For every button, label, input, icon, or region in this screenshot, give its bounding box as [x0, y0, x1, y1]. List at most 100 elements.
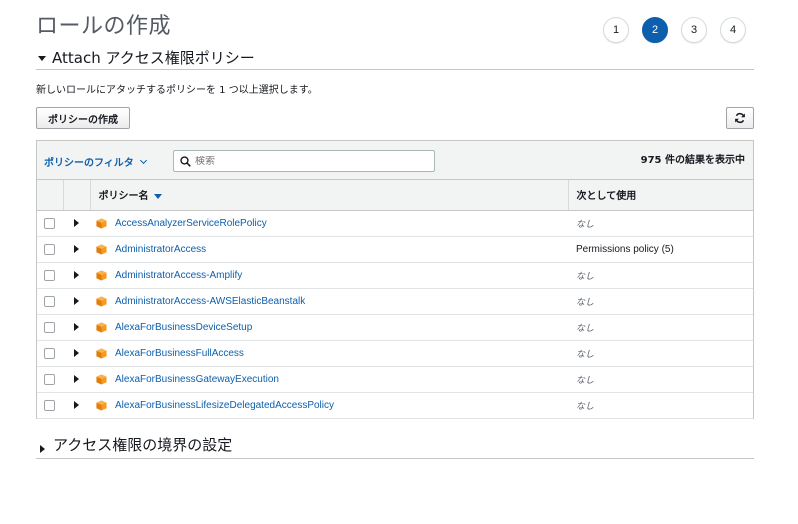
search-icon	[180, 155, 191, 167]
permissions-boundary-section-header[interactable]: アクセス権限の境界の設定	[36, 437, 754, 459]
row-checkbox[interactable]	[44, 269, 55, 281]
policy-name-link[interactable]: AlexaForBusinessGatewayExecution	[115, 374, 279, 385]
caret-down-icon	[38, 56, 46, 61]
policy-used-as: なし	[568, 210, 753, 237]
step-1[interactable]: 1	[603, 17, 629, 43]
policy-used-as: なし	[568, 262, 753, 289]
policy-cube-icon	[96, 269, 107, 281]
policy-cube-icon	[96, 347, 107, 359]
header-checkbox-cell	[37, 180, 64, 211]
policy-table: ポリシー名 次として使用 AccessAnalyzerServiceRolePo…	[37, 180, 753, 419]
row-expand-cell	[63, 340, 90, 367]
header-used-as: 次として使用	[568, 180, 753, 211]
step-3[interactable]: 3	[681, 17, 707, 43]
row-expand-cell	[63, 288, 90, 315]
table-row: AlexaForBusinessFullAccess なし	[37, 340, 753, 367]
row-expand-cell	[63, 366, 90, 393]
row-name-cell: AlexaForBusinessLifesizeDelegatedAccessP…	[90, 392, 568, 419]
row-checkbox-cell	[37, 236, 63, 263]
table-row: AccessAnalyzerServiceRolePolicy なし	[37, 210, 753, 237]
policy-filter-label: ポリシーのフィルタ	[44, 158, 134, 169]
page-title: ロールの作成	[36, 14, 172, 39]
wizard-steps: 1 2 3 4	[603, 17, 759, 43]
expand-caret-icon[interactable]	[74, 219, 79, 227]
table-row: AlexaForBusinessDeviceSetup なし	[37, 314, 753, 341]
expand-caret-icon[interactable]	[74, 297, 79, 305]
policy-cube-icon	[96, 399, 107, 411]
policy-filter-dropdown[interactable]: ポリシーのフィルタ	[44, 154, 147, 169]
policy-used-as: なし	[568, 288, 753, 315]
row-checkbox[interactable]	[44, 373, 55, 385]
row-name-cell: AlexaForBusinessFullAccess	[90, 340, 568, 367]
table-row: AlexaForBusinessGatewayExecution なし	[37, 366, 753, 393]
result-count: 975 件の結果を表示中	[640, 155, 745, 166]
caret-right-icon	[40, 445, 45, 453]
create-policy-button[interactable]: ポリシーの作成	[36, 107, 130, 129]
policy-cube-icon	[96, 321, 107, 333]
table-row: AdministratorAccess-AWSElasticBeanstalk な…	[37, 288, 753, 315]
table-row: AdministratorAccess-Amplify なし	[37, 262, 753, 289]
row-name-cell: AlexaForBusinessDeviceSetup	[90, 314, 568, 341]
header-policy-name[interactable]: ポリシー名	[90, 180, 569, 211]
chevron-down-icon	[139, 156, 147, 164]
step-4[interactable]: 4	[720, 17, 746, 43]
policy-cube-icon	[96, 243, 107, 255]
section-title: Attach アクセス権限ポリシー	[52, 49, 255, 67]
row-checkbox[interactable]	[44, 243, 55, 255]
row-checkbox[interactable]	[44, 295, 55, 307]
policy-name-link[interactable]: AdministratorAccess-Amplify	[115, 270, 242, 281]
policy-used-as: Permissions policy (5)	[568, 236, 753, 263]
policy-name-link[interactable]: AccessAnalyzerServiceRolePolicy	[115, 218, 267, 229]
policy-used-as: なし	[568, 314, 753, 341]
header-policy-name-label: ポリシー名	[98, 191, 149, 203]
policy-used-as: なし	[568, 392, 753, 419]
policy-cube-icon	[96, 217, 107, 229]
row-checkbox-cell	[37, 262, 63, 289]
expand-caret-icon[interactable]	[74, 245, 79, 253]
expand-caret-icon[interactable]	[74, 271, 79, 279]
row-name-cell: AccessAnalyzerServiceRolePolicy	[90, 210, 568, 237]
policy-used-as: なし	[568, 366, 753, 393]
row-name-cell: AdministratorAccess-AWSElasticBeanstalk	[90, 288, 568, 315]
policy-used-as: なし	[568, 340, 753, 367]
row-expand-cell	[63, 314, 90, 341]
row-name-cell: AdministratorAccess-Amplify	[90, 262, 568, 289]
expand-caret-icon[interactable]	[74, 323, 79, 331]
refresh-button[interactable]	[726, 107, 754, 129]
table-header-row: ポリシー名 次として使用	[37, 180, 753, 211]
row-checkbox[interactable]	[44, 321, 55, 333]
policy-table-container: ポリシーのフィルタ 975 件の結果を表示中 ポリシー名 次として使用 Acce…	[36, 140, 754, 419]
row-expand-cell	[63, 262, 90, 289]
row-checkbox-cell	[37, 314, 63, 341]
expand-caret-icon[interactable]	[74, 375, 79, 383]
refresh-icon	[735, 112, 745, 124]
row-checkbox-cell	[37, 288, 63, 315]
policy-name-link[interactable]: AdministratorAccess-AWSElasticBeanstalk	[115, 296, 305, 307]
row-checkbox-cell	[37, 340, 63, 367]
row-checkbox[interactable]	[44, 399, 55, 411]
permissions-section-header[interactable]: Attach アクセス権限ポリシー	[36, 50, 754, 70]
step-2[interactable]: 2	[642, 17, 668, 43]
header-expand-cell	[63, 180, 91, 211]
policy-name-link[interactable]: AlexaForBusinessFullAccess	[115, 348, 244, 359]
policy-name-link[interactable]: AdministratorAccess	[115, 244, 206, 255]
expand-caret-icon[interactable]	[74, 349, 79, 357]
policy-name-link[interactable]: AlexaForBusinessDeviceSetup	[115, 322, 252, 333]
row-expand-cell	[63, 236, 90, 263]
row-checkbox-cell	[37, 392, 63, 419]
section-description: 新しいロールにアタッチするポリシーを 1 つ以上選択します。	[36, 85, 318, 96]
filter-bar: ポリシーのフィルタ 975 件の結果を表示中	[37, 141, 753, 180]
row-name-cell: AdministratorAccess	[90, 236, 568, 263]
row-name-cell: AlexaForBusinessGatewayExecution	[90, 366, 568, 393]
row-checkbox[interactable]	[44, 217, 55, 229]
search-input[interactable]	[195, 155, 415, 167]
sort-desc-icon[interactable]	[153, 193, 162, 199]
row-checkbox[interactable]	[44, 347, 55, 359]
expand-caret-icon[interactable]	[74, 401, 79, 409]
row-checkbox-cell	[37, 366, 63, 393]
row-expand-cell	[63, 392, 90, 419]
policy-name-link[interactable]: AlexaForBusinessLifesizeDelegatedAccessP…	[115, 400, 334, 411]
row-checkbox-cell	[37, 210, 63, 237]
policy-cube-icon	[96, 295, 107, 307]
search-box[interactable]	[173, 150, 435, 172]
